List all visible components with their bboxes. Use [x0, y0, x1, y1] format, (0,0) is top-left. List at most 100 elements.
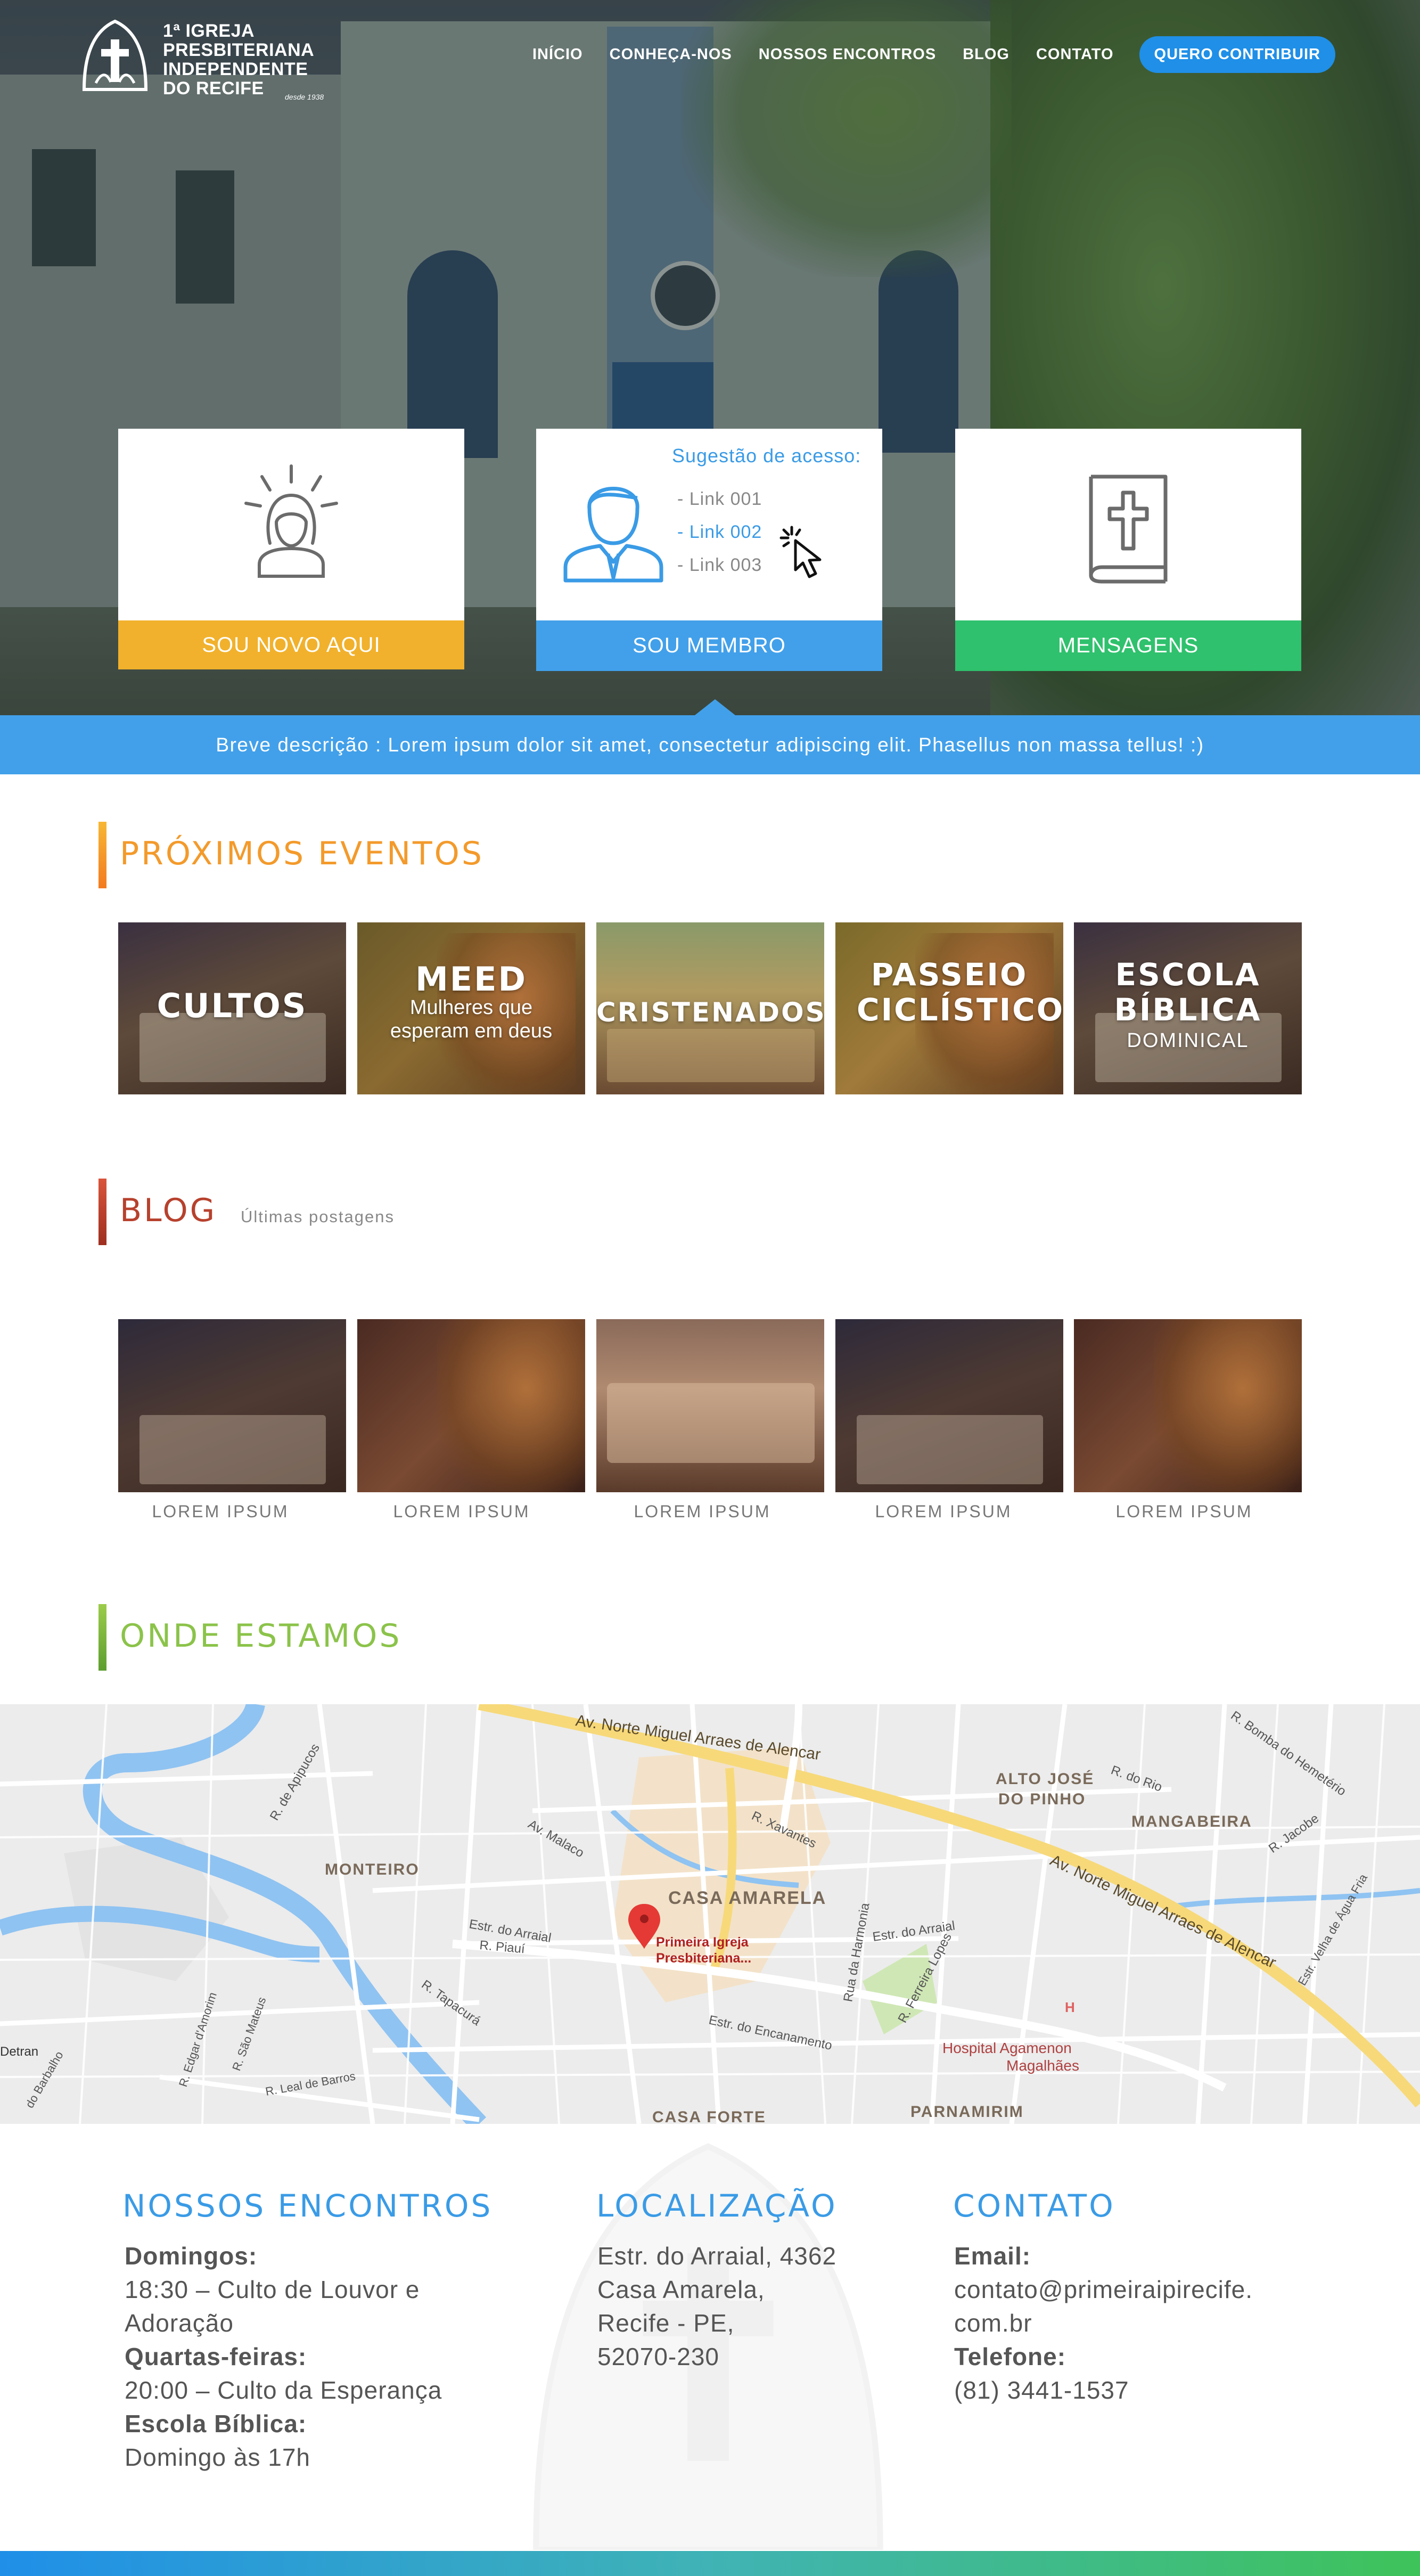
map-label: CASA AMARELA [668, 1888, 826, 1908]
logo-since: desde 1938 [285, 93, 324, 101]
card-sou-membro[interactable]: Sugestão de acesso: - Link 001 - Link 00… [536, 429, 882, 671]
book-photo [607, 1029, 815, 1082]
card-body [955, 429, 1301, 620]
schedule-day: Escola Bíblica: [125, 2410, 307, 2438]
footer-contato-title: CONTATO [953, 2188, 1115, 2224]
contact-email[interactable]: contato@primeiraipirecife. [954, 2273, 1327, 2307]
address-line: Recife - PE, [597, 2309, 735, 2337]
nav-conheca-nos[interactable]: CONHEÇA-NOS [610, 46, 732, 63]
description-text: Breve descrição : Lorem ipsum dolor sit … [216, 733, 1204, 756]
description-bar: Breve descrição : Lorem ipsum dolor sit … [0, 715, 1420, 774]
event-subtitle: Mulheres que esperam em deus [390, 996, 553, 1042]
member-link-active[interactable]: - Link 002 [677, 522, 762, 543]
map-canvas: H Av. Norte Miguel Arraes de Alencar Av.… [0, 1704, 1420, 2124]
church-logo-icon [82, 19, 148, 91]
logo-line: INDEPENDENTE [163, 59, 308, 79]
svg-text:Hospital Agamenon: Hospital Agamenon [942, 2040, 1072, 2056]
card-body: Sugestão de acesso: - Link 001 - Link 00… [536, 429, 882, 620]
address-line: Casa Amarela, [597, 2276, 765, 2303]
bible-photo [857, 1415, 1043, 1484]
contact-email[interactable]: com.br [954, 2307, 1327, 2340]
logo-line: PRESBITERIANA [163, 40, 315, 60]
bible-icon [1089, 475, 1168, 584]
event-title: CULTOS [157, 986, 308, 1025]
contribute-button[interactable]: QUERO CONTRIBUIR [1139, 36, 1335, 73]
contact-phone[interactable]: (81) 3441-1537 [954, 2374, 1327, 2407]
event-tile-escola-biblica[interactable]: ESCOLA BÍBLICA DOMINICAL [1074, 922, 1302, 1094]
map-label: MANGABEIRA [1131, 1813, 1252, 1830]
blog-post-image[interactable] [118, 1319, 346, 1492]
card-label: MENSAGENS [955, 620, 1301, 671]
svg-text:Presbiteriana...: Presbiteriana... [656, 1951, 751, 1966]
footer-encontros-text: Domingos: 18:30 – Culto de Louvor e Ador… [125, 2239, 529, 2474]
map-label: CASA FORTE [652, 2108, 766, 2124]
event-tile-meed[interactable]: MEED Mulheres que esperam em deus [357, 922, 585, 1094]
person-light-icon [244, 464, 338, 578]
address-line: Estr. do Arraial, 4362 [597, 2242, 837, 2270]
blog-post-title[interactable]: LOREM IPSUM [106, 1502, 334, 1522]
schedule-day: Domingos: [125, 2242, 258, 2270]
blog-post-image[interactable] [357, 1319, 585, 1492]
site-logo[interactable]: 1ª IGREJA PRESBITERIANA INDEPENDENTE DO … [80, 19, 330, 101]
map-label: PARNAMIRIM [910, 2103, 1024, 2121]
member-icon [563, 487, 663, 583]
event-subtitle: DOMINICAL [1127, 1029, 1249, 1052]
svg-text:Primeira Igreja: Primeira Igreja [656, 1935, 749, 1950]
nav-nossos-encontros[interactable]: NOSSOS ENCONTROS [759, 46, 936, 63]
event-tile-cristenados[interactable]: CRISTENADOS [596, 922, 824, 1094]
footer-localizacao-title: LOCALIZAÇÃO [596, 2188, 838, 2224]
svg-text:DO PINHO: DO PINHO [998, 1790, 1086, 1808]
blog-post-title[interactable]: LOREM IPSUM [588, 1502, 816, 1522]
svg-text:Magalhães: Magalhães [1006, 2057, 1079, 2074]
bottom-gradient-bar [0, 2551, 1420, 2576]
schedule-day: Quartas-feiras: [125, 2343, 307, 2370]
schedule-text: 18:30 – Culto de Louvor e Adoração [125, 2276, 420, 2337]
blog-post-title[interactable]: LOREM IPSUM [830, 1502, 1057, 1522]
blog-post-title[interactable]: LOREM IPSUM [348, 1502, 576, 1522]
cursor-click-icon [779, 526, 822, 578]
event-title: PASSEIO CICLÍSTICO [857, 956, 1063, 1028]
suggestion-title: Sugestão de acesso: [672, 445, 861, 467]
svg-text:ALTO JOSÉ: ALTO JOSÉ [996, 1770, 1094, 1788]
nav-inicio[interactable]: INÍCIO [532, 46, 583, 63]
description-notch [695, 699, 735, 715]
event-title: CRISTENADOS [596, 997, 824, 1028]
blog-post-image[interactable] [1074, 1319, 1302, 1492]
card-sou-novo-aqui[interactable]: SOU NOVO AQUI [118, 429, 464, 669]
member-link[interactable]: - Link 003 [677, 555, 762, 576]
nav-blog[interactable]: BLOG [963, 46, 1009, 63]
member-link[interactable]: - Link 001 [677, 489, 762, 510]
schedule-text: Domingo às 17h [125, 2443, 310, 2471]
logo-line: 1ª IGREJA [163, 21, 255, 41]
woman-photo [1154, 1319, 1302, 1492]
contact-label: Email: [954, 2242, 1031, 2270]
section-accent-bar [99, 822, 106, 888]
blog-post-image[interactable] [596, 1319, 824, 1492]
map[interactable]: H Av. Norte Miguel Arraes de Alencar Av.… [0, 1704, 1420, 2124]
location-title: ONDE ESTAMOS [120, 1617, 402, 1655]
events-title: PRÓXIMOS EVENTOS [120, 835, 484, 872]
woman-photo [437, 1319, 585, 1492]
event-title: MEED [415, 960, 527, 999]
blog-post-image[interactable] [835, 1319, 1063, 1492]
footer-encontros-title: NOSSOS ENCONTROS [122, 2188, 493, 2224]
map-label: MONTEIRO [325, 1861, 420, 1878]
event-tile-passeio[interactable]: PASSEIO CICLÍSTICO [835, 922, 1063, 1094]
logo-text: 1ª IGREJA PRESBITERIANA INDEPENDENTE DO … [163, 21, 314, 98]
footer-localizacao-text: Estr. do Arraial, 4362 Casa Amarela, Rec… [597, 2239, 896, 2374]
card-label: SOU MEMBRO [536, 620, 882, 671]
map-label: Detran [0, 2045, 38, 2059]
section-accent-bar [99, 1179, 106, 1245]
svg-text:H: H [1065, 1999, 1075, 2015]
blog-subtitle: Últimas postagens [241, 1207, 395, 1226]
schedule-text: 20:00 – Culto da Esperança [125, 2376, 442, 2404]
event-title: ESCOLA BÍBLICA [1114, 956, 1262, 1028]
card-body [118, 429, 464, 620]
contact-label: Telefone: [954, 2343, 1066, 2370]
nav-contato[interactable]: CONTATO [1036, 46, 1114, 63]
event-tile-cultos[interactable]: CULTOS [118, 922, 346, 1094]
address-line: 52070-230 [597, 2343, 719, 2370]
card-mensagens[interactable]: MENSAGENS [955, 429, 1301, 671]
blog-title: BLOG [120, 1192, 217, 1229]
blog-post-title[interactable]: LOREM IPSUM [1070, 1502, 1298, 1522]
